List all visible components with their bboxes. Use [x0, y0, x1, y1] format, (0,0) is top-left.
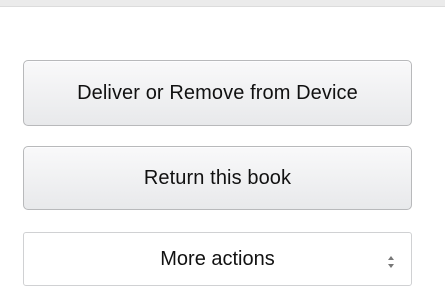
book-actions-panel: Deliver or Remove from Device Return thi…	[23, 60, 412, 286]
more-actions-dropdown[interactable]: More actions	[23, 232, 412, 286]
return-book-label: Return this book	[143, 166, 292, 189]
more-actions-label: More actions	[160, 247, 275, 270]
deliver-or-remove-label: Deliver or Remove from Device	[77, 81, 358, 104]
top-divider	[0, 0, 445, 7]
return-book-button[interactable]: Return this book	[23, 146, 412, 210]
up-down-arrows-icon	[387, 252, 395, 268]
deliver-or-remove-button[interactable]: Deliver or Remove from Device	[23, 60, 412, 126]
